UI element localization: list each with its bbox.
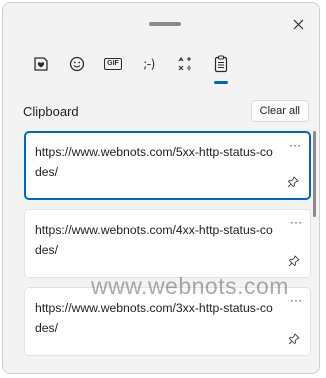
emoji-icon bbox=[69, 56, 85, 72]
more-options-button[interactable]: ··· bbox=[290, 294, 302, 306]
more-options-button[interactable]: ··· bbox=[290, 216, 302, 228]
clipboard-item[interactable]: https://www.webnots.com/3xx-http-status-… bbox=[24, 287, 311, 356]
more-options-button[interactable]: ··· bbox=[289, 139, 301, 151]
clear-all-button[interactable]: Clear all bbox=[250, 100, 309, 122]
pin-icon[interactable] bbox=[288, 255, 300, 267]
pin-icon[interactable] bbox=[288, 333, 300, 345]
emoji-clipboard-panel: GIF ;-) Clipboard Clear all https://www.… bbox=[2, 2, 320, 374]
section-title: Clipboard bbox=[23, 104, 79, 119]
clipboard-icon bbox=[214, 55, 228, 73]
clipboard-item[interactable]: https://www.webnots.com/5xx-http-status-… bbox=[24, 131, 311, 200]
tab-kaomoji[interactable]: ;-) bbox=[131, 49, 167, 79]
clipboard-item-text: https://www.webnots.com/5xx-http-status-… bbox=[35, 145, 273, 179]
tab-gif[interactable]: GIF bbox=[95, 49, 131, 79]
symbols-icon bbox=[178, 57, 191, 71]
heart-sticker-icon bbox=[34, 57, 48, 71]
pin-icon[interactable] bbox=[287, 176, 299, 188]
clipboard-header: Clipboard Clear all bbox=[23, 100, 309, 126]
gif-icon: GIF bbox=[104, 58, 122, 70]
tab-stickers[interactable] bbox=[23, 49, 59, 79]
clipboard-item-text: https://www.webnots.com/3xx-http-status-… bbox=[35, 301, 273, 335]
drag-handle[interactable] bbox=[149, 22, 181, 26]
clipboard-list: https://www.webnots.com/5xx-http-status-… bbox=[24, 131, 311, 365]
kaomoji-icon: ;-) bbox=[143, 57, 155, 71]
clipboard-item-text: https://www.webnots.com/4xx-http-status-… bbox=[35, 223, 273, 257]
tab-emoji[interactable] bbox=[59, 49, 95, 79]
tab-symbols[interactable] bbox=[167, 49, 203, 79]
close-icon bbox=[293, 19, 303, 29]
panel-tabs: GIF ;-) bbox=[23, 49, 239, 84]
clipboard-item[interactable]: https://www.webnots.com/4xx-http-status-… bbox=[24, 209, 311, 278]
tab-clipboard[interactable] bbox=[203, 49, 239, 84]
close-button[interactable] bbox=[289, 15, 307, 33]
scrollbar[interactable] bbox=[313, 131, 316, 217]
